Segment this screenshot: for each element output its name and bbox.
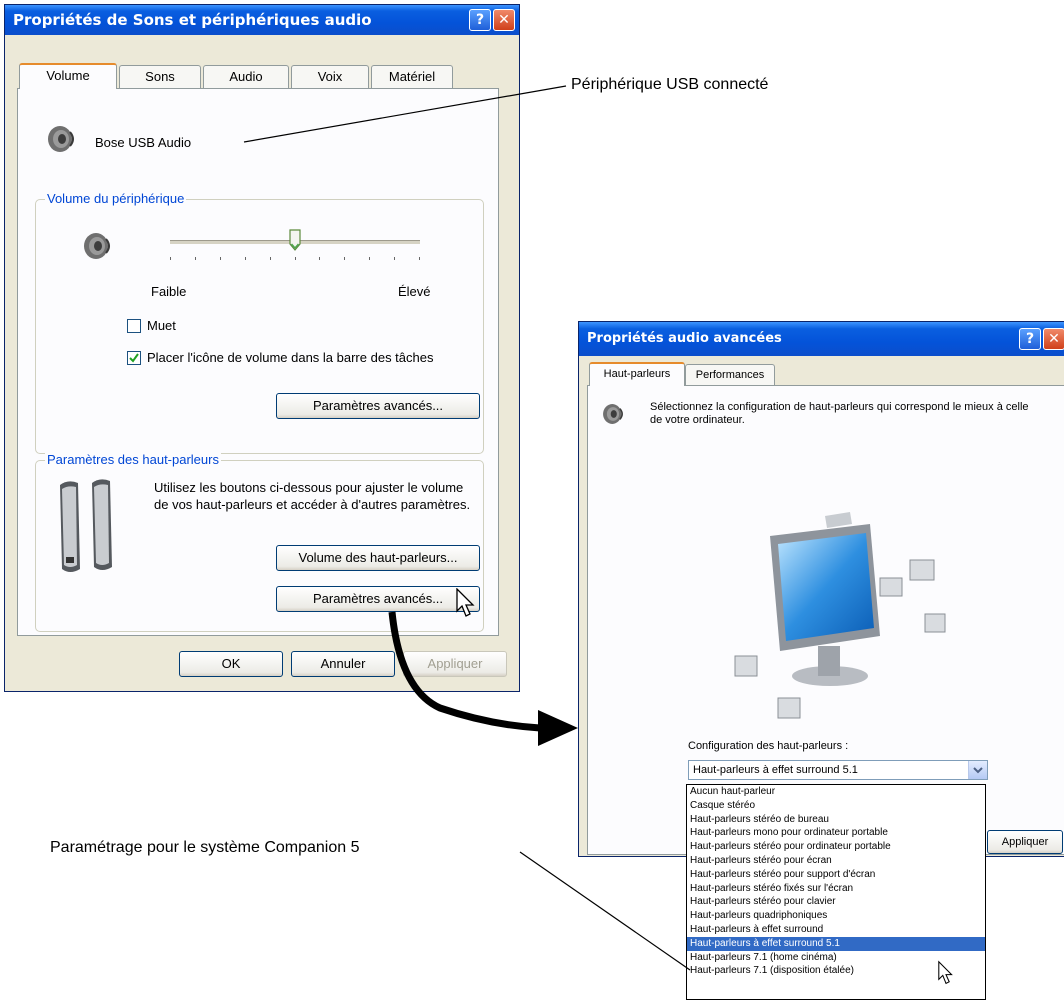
companion-setting-annotation: Paramétrage pour le système Companion 5 (50, 839, 360, 856)
usb-connected-annotation: Périphérique USB connecté (571, 76, 769, 93)
tab-haut-parleurs[interactable]: Haut-parleurs (589, 362, 685, 386)
tab-volume[interactable]: Volume (19, 63, 117, 89)
arrow-head-icon (538, 710, 578, 746)
